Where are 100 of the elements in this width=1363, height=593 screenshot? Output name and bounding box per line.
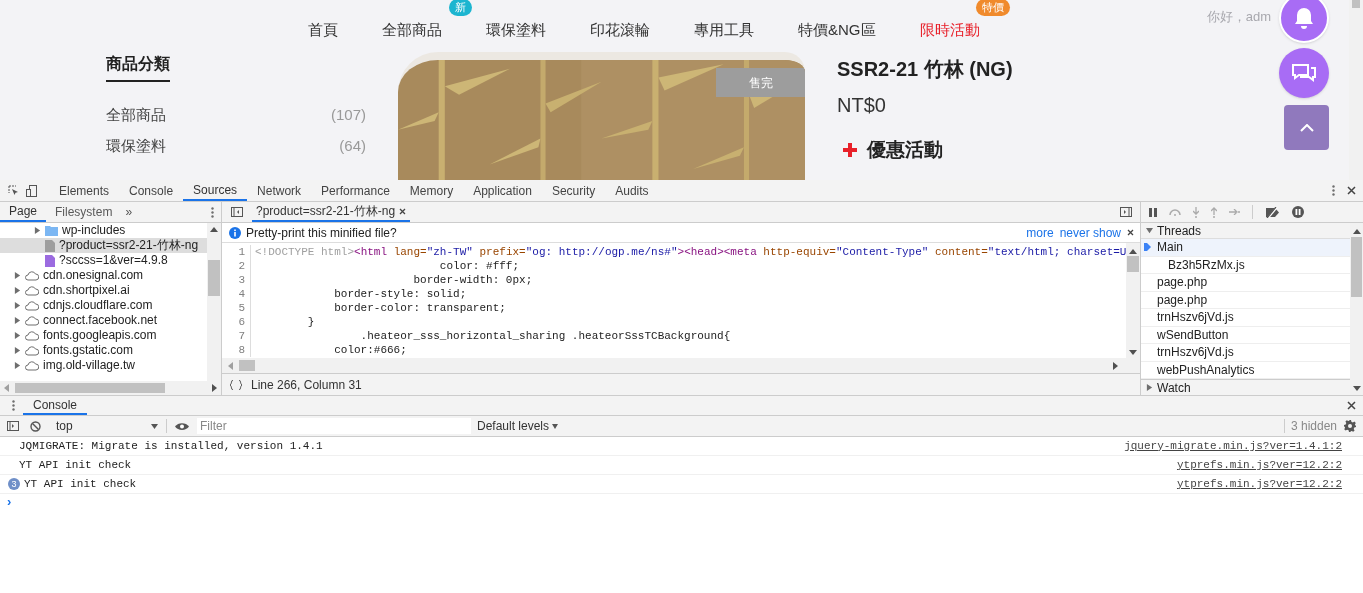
file-tree-item[interactable]: connect.facebook.net <box>0 313 207 328</box>
close-icon[interactable] <box>1347 186 1356 195</box>
nav-link[interactable]: 首頁 <box>308 18 338 42</box>
scroll-thumb[interactable] <box>208 260 220 296</box>
devtools-tab[interactable]: Audits <box>605 180 659 201</box>
kebab-menu-icon[interactable] <box>211 206 214 218</box>
sidebar-toggle-icon[interactable] <box>7 421 19 431</box>
triangle-icon[interactable] <box>14 362 21 369</box>
triangle-icon[interactable] <box>14 302 21 309</box>
nav-link[interactable]: 特價&NG區 <box>798 18 876 42</box>
cloud-icon <box>25 330 39 341</box>
close-icon[interactable] <box>1347 401 1356 410</box>
devtools-tab[interactable]: Console <box>119 180 184 201</box>
scroll-down-arrow-icon[interactable] <box>1129 350 1137 355</box>
navigator-tab[interactable]: Page <box>0 202 47 222</box>
pause-exceptions-icon[interactable] <box>1292 206 1304 218</box>
chat-button[interactable] <box>1279 48 1329 98</box>
source-link[interactable]: ytprefs.min.js?ver=12.2:2 <box>1176 475 1342 493</box>
debugger-toggle-icon[interactable] <box>1120 207 1132 217</box>
source-link[interactable]: jquery-migrate.min.js?ver=1.4.1:2 <box>1124 437 1342 455</box>
file-tree-item[interactable]: ?product=ssr2-21-竹林-ng <box>0 238 207 253</box>
kebab-menu-icon[interactable] <box>12 400 15 411</box>
nav-link[interactable]: 印花滾輪 <box>590 18 650 42</box>
pause-icon[interactable] <box>1149 207 1157 217</box>
nav-link[interactable]: 專用工具 <box>694 18 754 42</box>
triangle-icon[interactable] <box>34 227 41 234</box>
scroll-down-arrow-icon[interactable] <box>1352 386 1361 391</box>
file-tree-item[interactable]: fonts.googleapis.com <box>0 328 207 343</box>
close-icon[interactable] <box>399 207 407 215</box>
scroll-up-arrow-icon[interactable] <box>210 227 218 232</box>
file-tree-item[interactable]: ?sccss=1&ver=4.9.8 <box>0 253 207 268</box>
thread-item[interactable]: trnHszv6jVd.js <box>1141 309 1350 327</box>
nav-link[interactable]: 環保塗料 <box>486 18 546 42</box>
navigator-tab[interactable]: Filesystem <box>46 202 122 222</box>
thread-item[interactable]: page.php <box>1141 274 1350 292</box>
console-prompt[interactable]: › <box>7 492 12 512</box>
scroll-right-arrow-icon[interactable] <box>212 384 217 392</box>
braces-icon[interactable] <box>230 379 242 390</box>
sidebar-toggle-icon[interactable] <box>231 207 243 217</box>
tree-scrollbar[interactable] <box>207 223 221 381</box>
category-link[interactable]: 全部商品 <box>106 104 166 127</box>
context-select[interactable]: top <box>56 417 160 435</box>
devtools-tab[interactable]: Elements <box>49 180 120 201</box>
triangle-icon[interactable] <box>14 332 21 339</box>
inspect-icon[interactable] <box>8 185 19 196</box>
eye-icon[interactable] <box>175 421 189 431</box>
code-line: <!DOCTYPE html><html lang="zh-TW" prefix="og: http://ogp.me/ns#"><head><meta http-equiv="Content-Type" content="text/html; charset=U <box>255 245 1126 259</box>
scroll-up-arrow-icon[interactable] <box>1129 249 1137 254</box>
current-thread-icon <box>1144 243 1151 252</box>
thread-item[interactable]: Main <box>1141 239 1350 257</box>
devtools-tab[interactable]: Memory <box>399 180 464 201</box>
kebab-menu-icon[interactable] <box>1332 185 1335 196</box>
category-link[interactable]: 環保塗料 <box>106 134 166 157</box>
scroll-up-arrow-icon[interactable] <box>1352 229 1361 234</box>
file-tree-item[interactable]: fonts.gstatic.com <box>0 343 207 358</box>
filter-field[interactable]: Filter <box>197 418 471 434</box>
device-toolbar-icon[interactable] <box>26 184 37 197</box>
page-scrollbar[interactable] <box>1349 0 1363 180</box>
file-tree-item[interactable]: wp-includes <box>0 223 207 238</box>
scroll-thumb[interactable] <box>1351 237 1362 297</box>
source-link[interactable]: ytprefs.min.js?ver=12.2:2 <box>1176 456 1342 474</box>
file-tree-item[interactable]: cdnjs.cloudflare.com <box>0 298 207 313</box>
file-tree-item[interactable]: img.old-village.tw <box>0 358 207 373</box>
triangle-icon[interactable] <box>1146 227 1153 234</box>
scroll-thumb[interactable] <box>1127 256 1139 272</box>
deactivate-breakpoints-icon[interactable] <box>1265 206 1280 218</box>
devtools-tab[interactable]: Security <box>541 180 606 201</box>
infobar-link[interactable]: never show <box>1059 223 1121 242</box>
devtools-tab[interactable]: Application <box>463 180 542 201</box>
scroll-thumb[interactable] <box>239 360 255 371</box>
devtools-tab[interactable]: Performance <box>311 180 400 201</box>
scroll-thumb[interactable] <box>1352 0 1360 8</box>
call-frame[interactable]: Bz3h5RzMx.js <box>1141 256 1350 274</box>
triangle-icon[interactable] <box>14 272 21 279</box>
horizontal-scrollbar[interactable] <box>222 358 1140 373</box>
horizontal-scrollbar[interactable] <box>0 381 221 395</box>
triangle-icon[interactable] <box>14 317 21 324</box>
thread-item[interactable]: trnHszv6jVd.js <box>1141 344 1350 362</box>
line-number: 3 <box>222 273 251 287</box>
devtools-tab[interactable]: Network <box>247 180 312 201</box>
file-tree-item[interactable]: cdn.onesignal.com <box>0 268 207 283</box>
section-header[interactable]: Watch <box>1141 379 1350 395</box>
thread-item[interactable]: page.php <box>1141 291 1350 309</box>
section-header[interactable]: Threads <box>1141 223 1350 239</box>
levels-dropdown[interactable]: Default levels <box>477 417 559 435</box>
code-scrollbar[interactable] <box>1126 243 1140 358</box>
infobar-link[interactable]: more <box>1026 223 1054 242</box>
scroll-thumb[interactable] <box>15 383 165 393</box>
more-tabs-button[interactable]: » <box>121 203 137 221</box>
triangle-icon[interactable] <box>14 287 21 294</box>
pane-scrollbar[interactable] <box>1350 223 1363 395</box>
file-tree-item[interactable]: cdn.shortpixel.ai <box>0 283 207 298</box>
notification-button[interactable] <box>1279 0 1329 43</box>
clear-icon[interactable] <box>30 420 41 432</box>
thread-item[interactable]: wSendButton <box>1141 326 1350 344</box>
close-icon[interactable] <box>1127 229 1134 236</box>
scroll-right-arrow-icon[interactable] <box>1113 361 1118 370</box>
triangle-icon[interactable] <box>14 347 21 354</box>
settings-icon[interactable] <box>1344 420 1356 432</box>
triangle-icon[interactable] <box>1146 384 1153 391</box>
